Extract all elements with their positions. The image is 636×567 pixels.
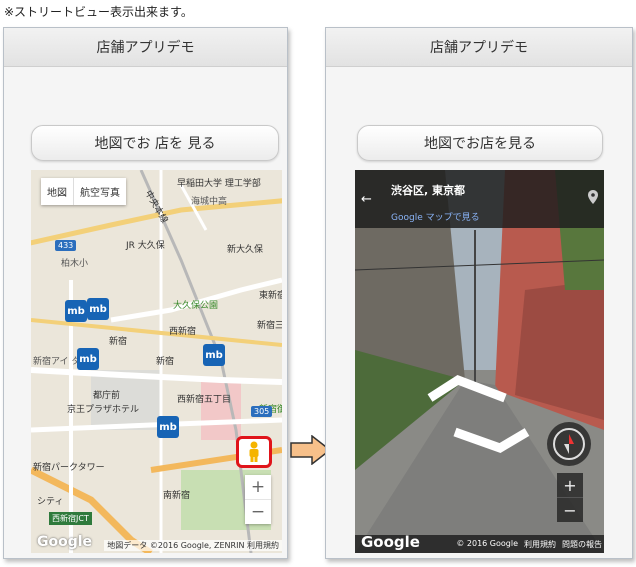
google-map[interactable]: 地図 航空写真 早稲田大学 理工学部 海城中高 中央本線 433 JR 大久保 … (31, 170, 282, 553)
view-map-button[interactable]: 地図でお 店を 見る (31, 125, 279, 161)
map-label: 都庁前 (93, 391, 121, 401)
route-badge: 433 (55, 240, 77, 251)
app-header-title: 店舗アプリデモ (326, 28, 632, 67)
street-view-zoom-control: + − (557, 473, 583, 522)
map-label: 新大久保 (227, 245, 264, 255)
map-label: 早稲田大学 理工学部 (177, 179, 261, 189)
map-attribution[interactable]: 地図データ ©2016 Google, ZENRIN 利用規約 (104, 540, 282, 551)
compass-control[interactable] (547, 422, 591, 466)
google-logo: Google (361, 533, 420, 551)
google-logo: Google (37, 534, 93, 550)
map-label: 新宿 (109, 337, 128, 347)
open-in-google-maps-link[interactable]: Google マップで見る (391, 210, 480, 223)
zoom-out-button[interactable]: − (245, 499, 271, 524)
left-app-screen: 店舗アプリデモ 地図でお 店を 見る 地図 航空写真 早稲田大学 理工学部 海城… (3, 27, 288, 559)
junction-badge: 西新宿JCT (49, 512, 92, 525)
map-label: 柏木小 (61, 259, 89, 269)
back-arrow-icon[interactable]: ← (361, 192, 372, 207)
map-type-control: 地図 航空写真 (41, 178, 126, 205)
map-type-satellite-button[interactable]: 航空写真 (73, 178, 126, 205)
store-marker[interactable]: mb (203, 344, 225, 366)
street-view-attribution: © 2016 Google 利用規約 問題の報告 (456, 539, 602, 550)
store-marker[interactable]: mb (77, 348, 99, 370)
pegman-icon (249, 441, 259, 462)
map-label: シティ (37, 497, 64, 507)
map-label: 東新宿 (259, 291, 282, 301)
pegman-street-view-button[interactable] (236, 436, 272, 468)
map-label: 新宿三丁目 (257, 321, 282, 331)
street-view-panorama[interactable]: ← 渋谷区, 東京都 Google マップで見る + − Google © 20… (355, 170, 604, 553)
zoom-control: + − (245, 475, 271, 524)
store-marker[interactable]: mb (65, 300, 87, 322)
compass-icon (553, 428, 585, 460)
map-label: 南新宿 (163, 491, 191, 501)
copyright-text: © 2016 Google (456, 539, 518, 548)
report-problem-link[interactable]: 問題の報告 (562, 539, 602, 550)
store-marker[interactable]: mb (87, 298, 109, 320)
view-map-button[interactable]: 地図でお店を見る (357, 125, 603, 161)
location-title: 渋谷区, 東京都 (391, 184, 466, 197)
right-app-screen: 店舗アプリデモ 地図でお店を見る ← 渋谷区, 東京都 Google マップで見… (325, 27, 633, 559)
store-marker[interactable]: mb (157, 416, 179, 438)
app-header-title: 店舗アプリデモ (4, 28, 287, 67)
map-label: 京王プラザホテル (67, 405, 140, 415)
zoom-out-button[interactable]: − (557, 497, 583, 522)
map-label: 海城中高 (191, 197, 228, 207)
map-label: JR 大久保 (126, 241, 165, 251)
zoom-in-button[interactable]: + (557, 473, 583, 497)
map-label: 西新宿五丁目 (177, 395, 232, 405)
terms-link[interactable]: 利用規約 (524, 539, 556, 550)
map-label: 新宿 (156, 357, 175, 367)
map-label: 大久保公園 (173, 301, 219, 311)
map-type-map-button[interactable]: 地図 (41, 178, 73, 205)
zoom-in-button[interactable]: + (245, 475, 271, 499)
map-label: 西新宿 (169, 327, 197, 337)
caption-note: ※ストリートビュー表示出来ます。 (4, 5, 193, 19)
map-label: 新宿パークタワー (33, 463, 105, 473)
street-view-info-panel: ← 渋谷区, 東京都 Google マップで見る (355, 170, 604, 228)
route-badge: 305 (251, 406, 273, 417)
map-pin-icon[interactable] (588, 190, 598, 207)
